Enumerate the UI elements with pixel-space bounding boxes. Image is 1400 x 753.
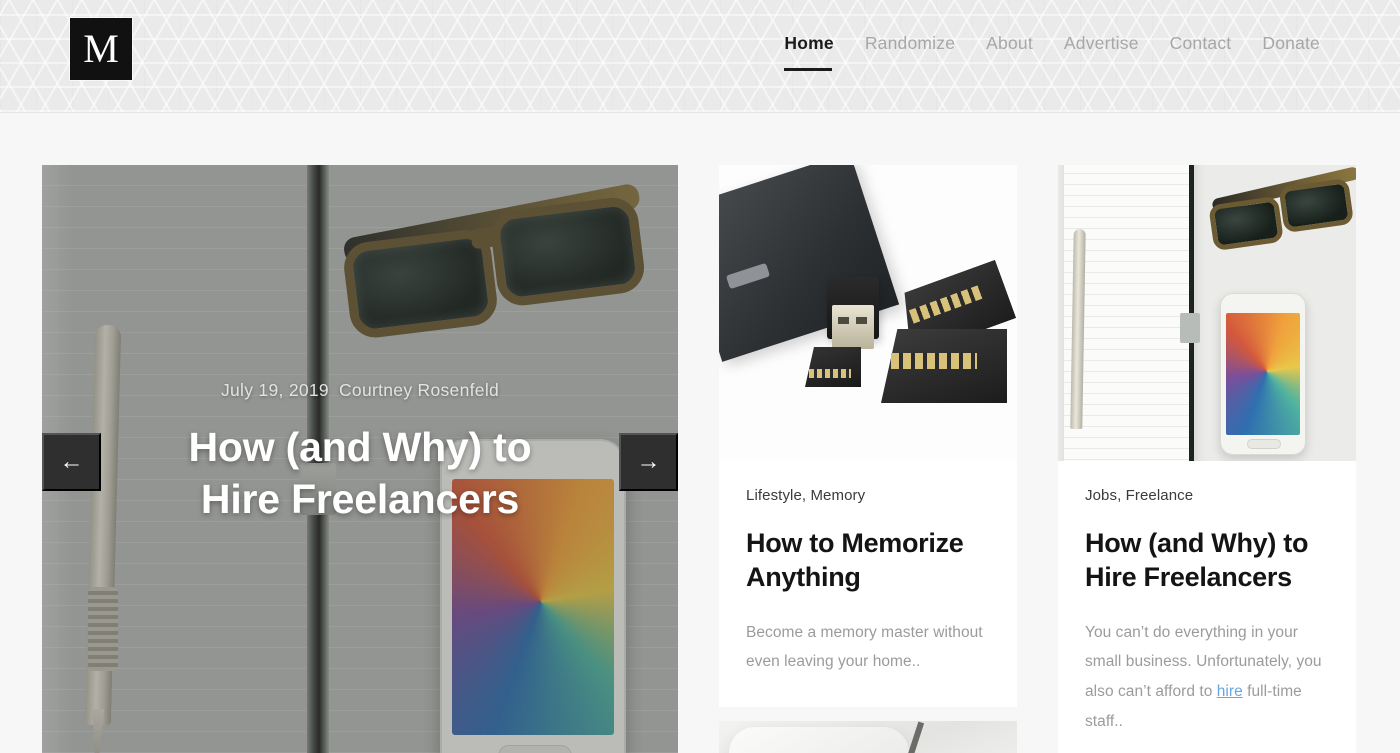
hero-title[interactable]: How (and Why) to Hire Freelancers xyxy=(82,421,638,526)
post-card-body: Jobs, Freelance How (and Why) to Hire Fr… xyxy=(1058,461,1356,753)
card-gap xyxy=(719,707,1017,721)
post-column-2: Jobs, Freelance How (and Why) to Hire Fr… xyxy=(1058,165,1356,753)
post-category[interactable]: Jobs, Freelance xyxy=(1085,487,1329,504)
content-grid: July 19, 2019 Courtney Rosenfeld How (and… xyxy=(42,165,1358,753)
logo-letter: M xyxy=(83,26,119,71)
post-column-1: Lifestyle, Memory How to Memorize Anythi… xyxy=(719,165,1017,753)
hero-author[interactable]: Courtney Rosenfeld xyxy=(339,380,499,400)
post-excerpt-inline-link[interactable]: hire xyxy=(1217,683,1243,700)
featured-post-slider[interactable]: July 19, 2019 Courtney Rosenfeld How (and… xyxy=(42,165,678,753)
post-card-memorize[interactable]: Lifestyle, Memory How to Memorize Anythi… xyxy=(719,165,1017,708)
post-card-body: Lifestyle, Memory How to Memorize Anythi… xyxy=(719,461,1017,707)
nav-item-contact[interactable]: Contact xyxy=(1170,33,1232,58)
site-logo[interactable]: M xyxy=(70,18,132,80)
nav-item-about[interactable]: About xyxy=(986,33,1033,58)
hero-title-line-2: Hire Freelancers xyxy=(200,476,520,523)
page-body: July 19, 2019 Courtney Rosenfeld How (and… xyxy=(0,113,1400,753)
slider-next-arrow-icon[interactable]: → xyxy=(619,433,678,491)
site-header: M Home Randomize About Advertise Contact… xyxy=(0,0,1400,113)
post-title[interactable]: How to Memorize Anything xyxy=(746,526,990,595)
post-category[interactable]: Lifestyle, Memory xyxy=(746,487,990,504)
hero-date: July 19, 2019 xyxy=(220,380,329,400)
post-thumbnail-usb-sdcards[interactable] xyxy=(719,165,1017,461)
hero-title-line-1: How (and Why) to xyxy=(188,424,532,470)
post-thumbnail-desk-flatlay[interactable] xyxy=(1058,165,1356,461)
slider-prev-arrow-icon[interactable]: ← xyxy=(42,433,101,491)
post-card-freelancers[interactable]: Jobs, Freelance How (and Why) to Hire Fr… xyxy=(1058,165,1356,753)
post-card-next-partial[interactable] xyxy=(719,721,1017,753)
main-navigation: Home Randomize About Advertise Contact D… xyxy=(784,33,1320,71)
post-excerpt: You can’t do everything in your small bu… xyxy=(1085,618,1329,737)
nav-item-advertise[interactable]: Advertise xyxy=(1064,33,1139,58)
nav-item-randomize[interactable]: Randomize xyxy=(865,33,955,58)
hero-text-block: July 19, 2019 Courtney Rosenfeld How (and… xyxy=(42,380,678,526)
post-excerpt-text: Become a memory master without even leav… xyxy=(746,623,983,671)
nav-item-donate[interactable]: Donate xyxy=(1262,33,1320,58)
nav-item-home[interactable]: Home xyxy=(784,33,834,71)
post-title[interactable]: How (and Why) to Hire Freelancers xyxy=(1085,526,1329,595)
post-excerpt: Become a memory master without even leav… xyxy=(746,618,990,678)
hero-meta: July 19, 2019 Courtney Rosenfeld xyxy=(82,380,638,401)
post-thumbnail-bedding[interactable] xyxy=(719,721,1017,753)
